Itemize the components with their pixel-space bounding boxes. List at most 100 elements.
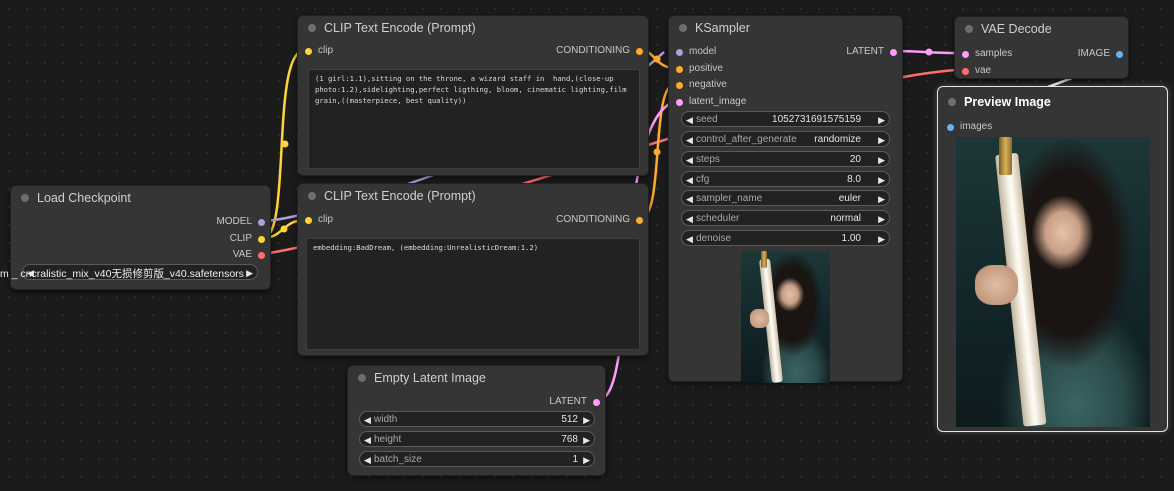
node-title[interactable]: VAE Decode — [955, 17, 1128, 41]
ckpt-name-combo[interactable]: ◀ ▶ m _ cncralistic_mix_v40无损修剪版_v40.saf… — [0, 263, 260, 281]
arrow-right-icon[interactable]: ▶ — [878, 172, 885, 186]
image-socket-icon[interactable] — [947, 124, 954, 131]
output-slot-latent[interactable]: LATENT — [846, 44, 900, 60]
height-widget[interactable]: ◀ height 768 ▶ — [359, 431, 595, 447]
latent-socket-icon[interactable] — [593, 399, 600, 406]
arrow-right-icon[interactable]: ▶ — [878, 132, 885, 146]
image-socket-icon[interactable] — [1116, 51, 1123, 58]
ksampler-preview-thumbnail — [741, 251, 830, 383]
input-slot-clip[interactable]: clip — [302, 43, 333, 59]
hand-shape — [975, 264, 1019, 306]
vae-socket-icon[interactable] — [962, 68, 969, 75]
clip-text-encode-negative-node[interactable]: CLIP Text Encode (Prompt) clip CONDITION… — [297, 183, 649, 356]
control-after-generate-widget[interactable]: ◀ control_after_generate randomize ▶ — [681, 131, 890, 147]
arrow-right-icon[interactable]: ▶ — [246, 265, 253, 279]
output-slot-latent[interactable]: LATENT — [549, 394, 603, 410]
width-widget[interactable]: ◀ width 512 ▶ — [359, 411, 595, 427]
scheduler-widget[interactable]: ◀ scheduler normal ▶ — [681, 210, 890, 226]
output-slot-vae[interactable]: VAE — [233, 247, 268, 263]
collapse-dot-icon[interactable] — [965, 25, 973, 33]
staff-ornament — [760, 251, 767, 269]
latent-socket-icon[interactable] — [962, 51, 969, 58]
arrow-right-icon[interactable]: ▶ — [878, 152, 885, 166]
input-slot-model[interactable]: model — [673, 44, 716, 60]
arrow-left-icon[interactable]: ◀ — [364, 412, 371, 426]
wire-midpoint-dot — [281, 140, 289, 148]
denoise-widget[interactable]: ◀ denoise 1.00 ▶ — [681, 230, 890, 246]
conditioning-socket-icon[interactable] — [676, 66, 683, 73]
input-slot-positive[interactable]: positive — [673, 61, 723, 77]
wire-midpoint-dot — [925, 48, 933, 56]
steps-widget[interactable]: ◀ steps 20 ▶ — [681, 151, 890, 167]
clip-text-encode-positive-node[interactable]: CLIP Text Encode (Prompt) clip CONDITION… — [297, 15, 649, 176]
node-title[interactable]: KSampler — [669, 16, 902, 40]
staff-ornament — [998, 137, 1013, 175]
prompt-textarea[interactable]: (1 girl:1.1),sitting on the throne, a wi… — [308, 69, 640, 169]
collapse-dot-icon[interactable] — [21, 194, 29, 202]
wire-midpoint-dot — [280, 225, 288, 233]
clip-socket-icon[interactable] — [305, 217, 312, 224]
node-title[interactable]: CLIP Text Encode (Prompt) — [298, 184, 648, 208]
input-slot-clip[interactable]: clip — [302, 212, 333, 228]
arrow-left-icon[interactable]: ◀ — [364, 432, 371, 446]
arrow-right-icon[interactable]: ▶ — [878, 231, 885, 245]
collapse-dot-icon[interactable] — [308, 24, 316, 32]
arrow-right-icon[interactable]: ▶ — [583, 432, 590, 446]
cfg-widget[interactable]: ◀ cfg 8.0 ▶ — [681, 171, 890, 187]
conditioning-socket-icon[interactable] — [636, 217, 643, 224]
arrow-left-icon[interactable]: ◀ — [686, 152, 693, 166]
arrow-left-icon[interactable]: ◀ — [686, 112, 693, 126]
conditioning-socket-icon[interactable] — [636, 48, 643, 55]
arrow-left-icon[interactable]: ◀ — [364, 452, 371, 466]
node-title[interactable]: Load Checkpoint — [11, 186, 270, 210]
arrow-right-icon[interactable]: ▶ — [878, 112, 885, 126]
input-slot-samples[interactable]: samples — [959, 46, 1012, 62]
node-title[interactable]: Empty Latent Image — [348, 366, 605, 390]
ckpt-name-value: m _ cncralistic_mix_v40无损修剪版_v40.safeten… — [0, 268, 244, 280]
preview-output-image — [956, 137, 1150, 427]
arrow-left-icon[interactable]: ◀ — [686, 132, 693, 146]
wire-midpoint-dot — [653, 55, 661, 63]
arrow-left-icon[interactable]: ◀ — [686, 231, 693, 245]
wire-midpoint-dot — [653, 148, 661, 156]
arrow-right-icon[interactable]: ▶ — [583, 452, 590, 466]
ksampler-node[interactable]: KSampler model positive negative latent_… — [668, 15, 903, 383]
hand-shape — [749, 309, 770, 328]
input-slot-latent-image[interactable]: latent_image — [673, 94, 746, 110]
latent-socket-icon[interactable] — [676, 99, 683, 106]
arrow-right-icon[interactable]: ▶ — [878, 191, 885, 205]
latent-socket-icon[interactable] — [890, 49, 897, 56]
prompt-textarea[interactable]: embedding:BadDream, (embedding:Unrealist… — [306, 238, 640, 350]
conditioning-socket-icon[interactable] — [676, 82, 683, 89]
arrow-left-icon[interactable]: ◀ — [686, 211, 693, 225]
empty-latent-image-node[interactable]: Empty Latent Image LATENT ◀ width 512 ▶ … — [347, 365, 606, 476]
output-slot-conditioning[interactable]: CONDITIONING — [556, 43, 646, 59]
clip-socket-icon[interactable] — [305, 48, 312, 55]
clip-socket-icon[interactable] — [258, 236, 265, 243]
model-socket-icon[interactable] — [258, 219, 265, 226]
sampler-name-widget[interactable]: ◀ sampler_name euler ▶ — [681, 190, 890, 206]
seed-widget[interactable]: ◀ seed 1052731691575159 ▶ — [681, 111, 890, 127]
output-slot-conditioning[interactable]: CONDITIONING — [556, 212, 646, 228]
batch-size-widget[interactable]: ◀ batch_size 1 ▶ — [359, 451, 595, 467]
output-slot-clip[interactable]: CLIP — [230, 231, 268, 247]
node-title[interactable]: CLIP Text Encode (Prompt) — [298, 16, 648, 40]
input-slot-images[interactable]: images — [944, 119, 992, 135]
output-slot-model[interactable]: MODEL — [216, 214, 268, 230]
arrow-right-icon[interactable]: ▶ — [583, 412, 590, 426]
input-slot-negative[interactable]: negative — [673, 77, 727, 93]
arrow-right-icon[interactable]: ▶ — [878, 211, 885, 225]
collapse-dot-icon[interactable] — [948, 98, 956, 106]
arrow-left-icon[interactable]: ◀ — [686, 172, 693, 186]
model-socket-icon[interactable] — [676, 49, 683, 56]
preview-image-node[interactable]: Preview Image images — [937, 86, 1168, 432]
vae-decode-node[interactable]: VAE Decode samples vae IMAGE — [954, 16, 1129, 79]
collapse-dot-icon[interactable] — [679, 24, 687, 32]
vae-socket-icon[interactable] — [258, 252, 265, 259]
input-slot-vae[interactable]: vae — [959, 63, 991, 79]
node-title[interactable]: Preview Image — [938, 87, 1167, 117]
collapse-dot-icon[interactable] — [308, 192, 316, 200]
arrow-left-icon[interactable]: ◀ — [686, 191, 693, 205]
collapse-dot-icon[interactable] — [358, 374, 366, 382]
output-slot-image[interactable]: IMAGE — [1078, 46, 1126, 62]
